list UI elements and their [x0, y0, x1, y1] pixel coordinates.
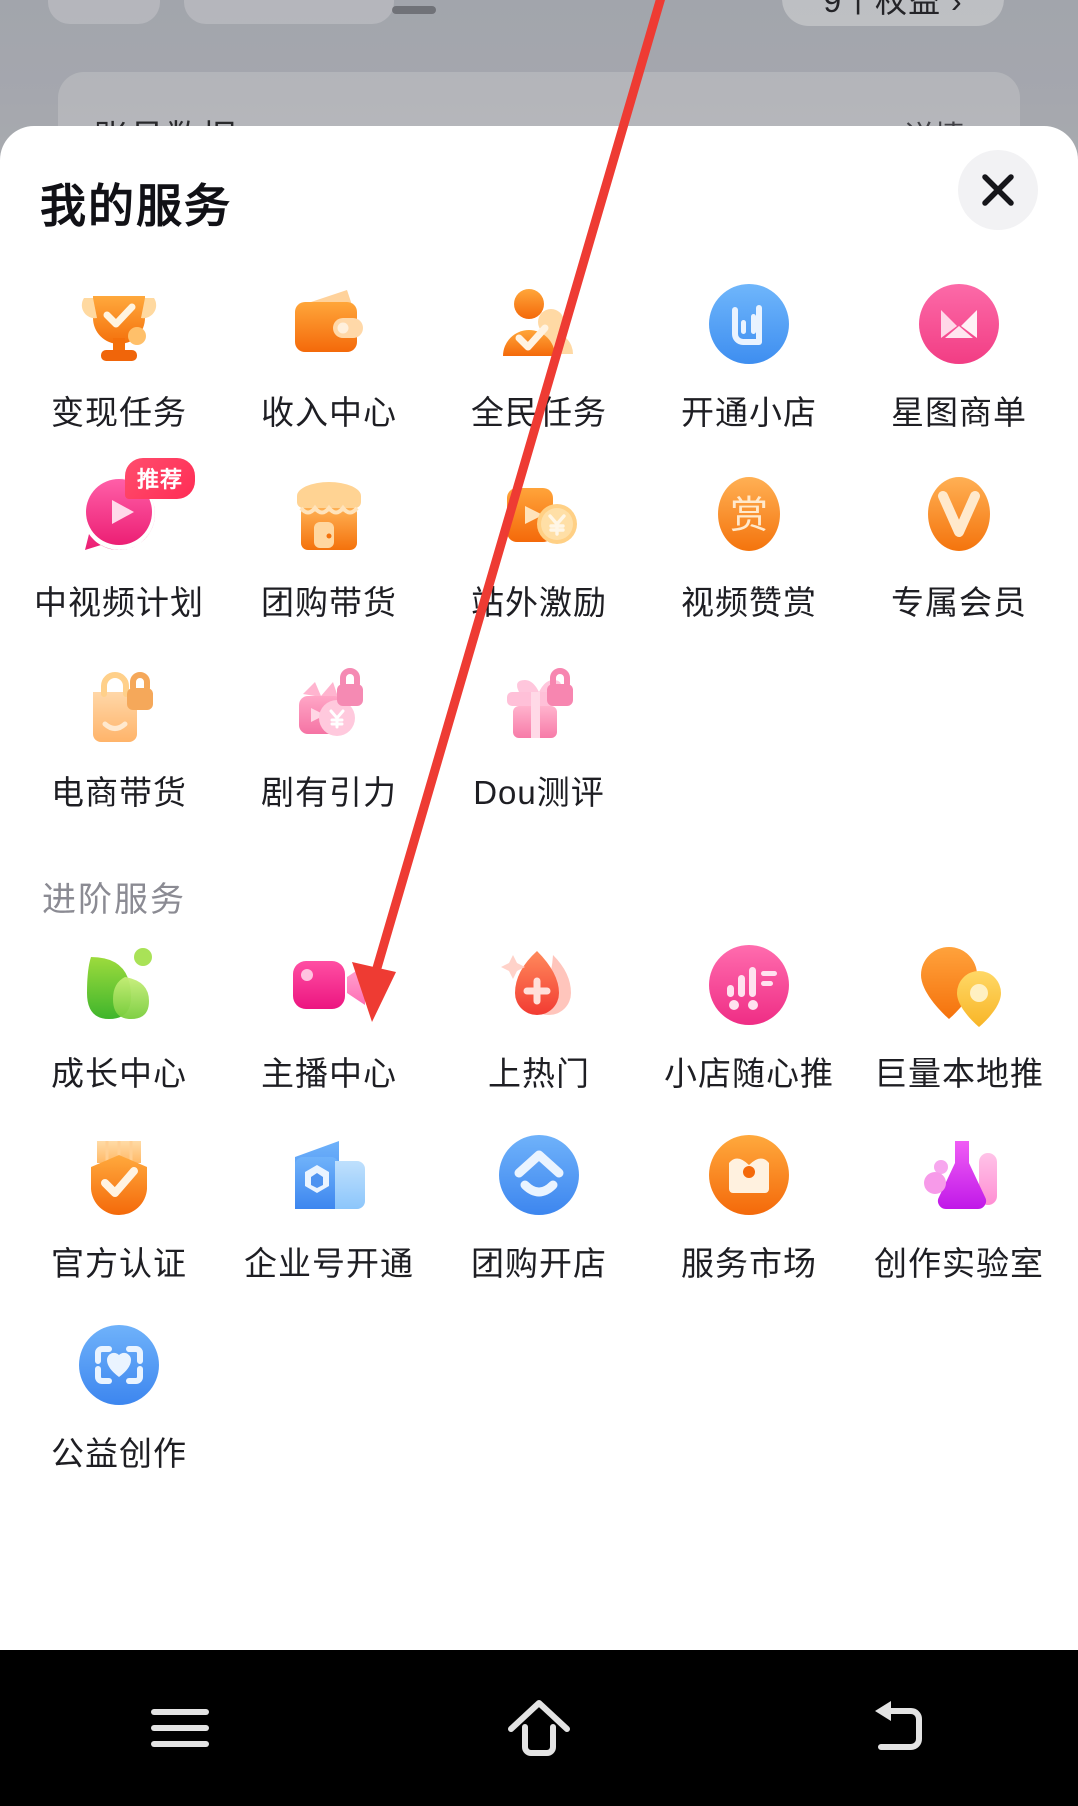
- my-services-grid: 变现任务 收入中心 全民任务 开通小店 星图商单 推荐 中视频计划 团购带货 站…: [0, 266, 1078, 814]
- service-item-drama-yen-lock[interactable]: 剧有引力: [224, 646, 434, 814]
- service-item-label: 中视频计划: [34, 584, 204, 621]
- advanced-services-grid: 成长中心 主播中心 上热门 小店随心推 巨量本地推 官方认证 企业号开通 团购开…: [0, 927, 1078, 1475]
- people-check-icon: [487, 272, 591, 376]
- service-item-shop-chart-circle[interactable]: 开通小店: [644, 266, 854, 434]
- service-item-label: 开通小店: [681, 394, 817, 431]
- service-item-play-bubble[interactable]: 推荐中视频计划: [14, 456, 224, 624]
- back-button[interactable]: [823, 1673, 973, 1783]
- service-item-label: Dou测评: [473, 774, 605, 811]
- back-icon: [865, 1699, 931, 1757]
- service-item-label: 主播中心: [261, 1055, 397, 1092]
- service-item-vip-v[interactable]: 专属会员: [854, 456, 1064, 624]
- promote-cart-icon: [697, 933, 801, 1037]
- service-item-label: 上热门: [488, 1055, 590, 1092]
- flask-lab-icon: [907, 1123, 1011, 1227]
- leaf-growth-icon: [67, 933, 171, 1037]
- star-chart-circle-icon: [907, 272, 1011, 376]
- page-title: 我的服务: [40, 180, 232, 232]
- service-item-service-market[interactable]: 服务市场: [644, 1117, 854, 1285]
- verified-badge-icon: [67, 1123, 171, 1227]
- service-item-label: 团购带货: [261, 584, 397, 621]
- service-item-charity-heart[interactable]: 公益创作: [14, 1307, 224, 1475]
- service-item-group-buy-circle[interactable]: 团购开店: [434, 1117, 644, 1285]
- service-item-wallet[interactable]: 收入中心: [224, 266, 434, 434]
- enterprise-cube-icon: [277, 1123, 381, 1227]
- service-item-label: 站外激励: [471, 584, 607, 621]
- service-item-label: 变现任务: [51, 394, 187, 431]
- service-item-video-yen[interactable]: 站外激励: [434, 456, 644, 624]
- svg-text:赏: 赏: [730, 493, 768, 537]
- wallet-icon: [277, 272, 381, 376]
- recommend-badge: 推荐: [125, 458, 196, 499]
- shop-chart-circle-icon: [697, 272, 801, 376]
- my-services-sheet: 我的服务 变现任务 收入中心 全民任务 开通小店 星图商单 推荐 中视频计划 团…: [0, 126, 1078, 1650]
- service-item-enterprise-cube[interactable]: 企业号开通: [224, 1117, 434, 1285]
- advanced-services-heading: 进阶服务: [42, 881, 186, 919]
- close-icon: [977, 169, 1019, 211]
- service-item-video-camera[interactable]: 主播中心: [224, 927, 434, 1095]
- service-item-trophy-check[interactable]: 变现任务: [14, 266, 224, 434]
- service-item-label: 创作实验室: [874, 1245, 1044, 1282]
- drama-yen-lock-icon: [277, 652, 381, 756]
- service-item-reward-shang[interactable]: 赏视频赞赏: [644, 456, 854, 624]
- video-yen-icon: [487, 462, 591, 566]
- sheet-header: 我的服务: [0, 126, 1078, 266]
- service-item-label: 电商带货: [51, 774, 187, 811]
- gift-lock-icon: [487, 652, 591, 756]
- service-item-leaf-growth[interactable]: 成长中心: [14, 927, 224, 1095]
- shopping-bag-lock-icon: [67, 652, 171, 756]
- recents-button[interactable]: [105, 1673, 255, 1783]
- home-icon: [503, 1697, 575, 1759]
- service-item-label: 公益创作: [51, 1435, 187, 1472]
- service-market-icon: [697, 1123, 801, 1227]
- service-item-label: 企业号开通: [244, 1245, 414, 1282]
- service-item-label: 团购开店: [471, 1245, 607, 1282]
- vip-v-icon: [907, 462, 1011, 566]
- service-item-shopping-bag-lock[interactable]: 电商带货: [14, 646, 224, 814]
- service-item-label: 视频赞赏: [681, 584, 817, 621]
- service-item-storefront[interactable]: 团购带货: [224, 456, 434, 624]
- charity-heart-icon: [67, 1313, 171, 1417]
- storefront-icon: [277, 462, 381, 566]
- service-item-label: 成长中心: [51, 1055, 187, 1092]
- service-item-location-pins[interactable]: 巨量本地推: [854, 927, 1064, 1095]
- service-item-star-chart-circle[interactable]: 星图商单: [854, 266, 1064, 434]
- group-buy-circle-icon: [487, 1123, 591, 1227]
- service-item-verified-badge[interactable]: 官方认证: [14, 1117, 224, 1285]
- video-camera-icon: [277, 933, 381, 1037]
- phone-screen: 9个权益 › 账号数据 详情 › 我的服务 变现任务: [0, 0, 1078, 1806]
- android-navbar: [0, 1650, 1078, 1806]
- service-item-flask-lab[interactable]: 创作实验室: [854, 1117, 1064, 1285]
- menu-icon: [149, 1705, 211, 1751]
- service-item-label: 全民任务: [471, 394, 607, 431]
- service-item-label: 专属会员: [891, 584, 1027, 621]
- service-item-promote-cart[interactable]: 小店随心推: [644, 927, 854, 1095]
- reward-shang-icon: 赏: [697, 462, 801, 566]
- close-button[interactable]: [958, 150, 1038, 230]
- service-item-label: 剧有引力: [261, 774, 397, 811]
- service-item-label: 小店随心推: [664, 1055, 834, 1092]
- service-item-people-check[interactable]: 全民任务: [434, 266, 644, 434]
- service-item-gift-lock[interactable]: Dou测评: [434, 646, 644, 814]
- trophy-check-icon: [67, 272, 171, 376]
- flame-plus-icon: [487, 933, 591, 1037]
- home-button[interactable]: [464, 1673, 614, 1783]
- service-item-label: 官方认证: [51, 1245, 187, 1282]
- service-item-flame-plus[interactable]: 上热门: [434, 927, 644, 1095]
- service-item-label: 收入中心: [261, 394, 397, 431]
- play-bubble-icon: 推荐: [67, 458, 196, 566]
- location-pins-icon: [907, 933, 1011, 1037]
- service-item-label: 服务市场: [681, 1245, 817, 1282]
- service-item-label: 巨量本地推: [874, 1055, 1044, 1092]
- service-item-label: 星图商单: [891, 394, 1027, 431]
